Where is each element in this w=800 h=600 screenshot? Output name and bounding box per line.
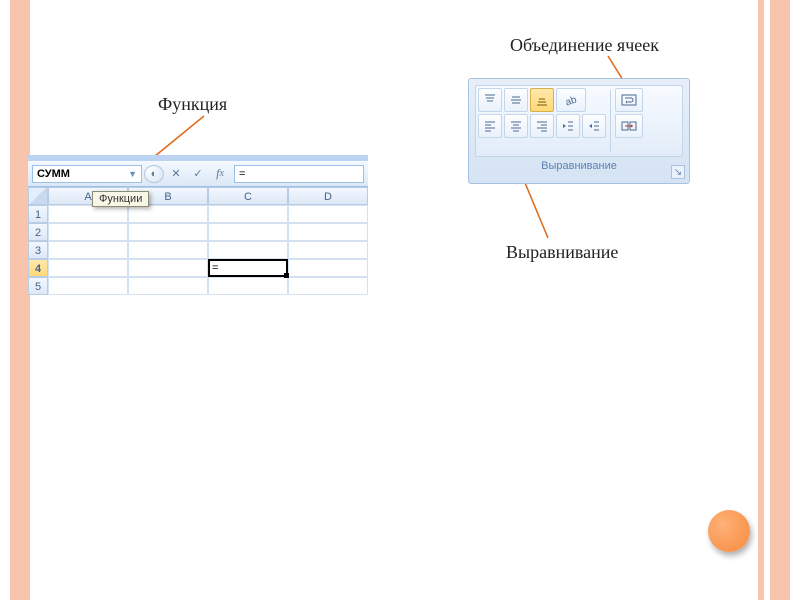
dialog-launcher-icon[interactable]: ↘ [671,165,685,179]
decorative-stripe-left [10,0,30,600]
cell[interactable] [48,277,128,295]
enter-icon[interactable]: ✓ [188,165,208,183]
align-left-button[interactable] [478,114,502,138]
cell[interactable] [128,223,208,241]
row-header-1[interactable]: 1 [28,205,48,223]
svg-text:ab: ab [564,94,579,107]
cancel-icon[interactable]: ✕ [166,165,186,183]
formula-bar: СУММ ▼ ◐ ✕ ✓ fx = [28,161,368,187]
cell[interactable] [128,205,208,223]
expand-icon[interactable]: ◐ [144,165,164,183]
align-center-button[interactable] [504,114,528,138]
cell[interactable] [208,241,288,259]
name-box-value: СУММ [37,168,70,180]
ribbon-group-label: Выравнивание [475,160,683,172]
ribbon-inner: ab [475,85,683,157]
cell[interactable] [48,241,128,259]
cell[interactable] [48,223,128,241]
align-right-button[interactable] [530,114,554,138]
excel-fragment: СУММ ▼ ◐ ✕ ✓ fx = A B C D 1 2 3 4 = 5 [28,155,368,295]
cell[interactable] [288,241,368,259]
wrap-text-button[interactable] [615,88,643,112]
name-box[interactable]: СУММ ▼ [32,165,142,183]
active-cell[interactable]: = [208,259,288,277]
merge-center-button[interactable] [615,114,643,138]
align-top-button[interactable] [478,88,502,112]
cell[interactable] [48,205,128,223]
decrease-indent-button[interactable] [556,114,580,138]
cell[interactable] [48,259,128,277]
cell[interactable] [128,259,208,277]
spreadsheet-grid: A B C D 1 2 3 4 = 5 [28,187,368,295]
row-header-2[interactable]: 2 [28,223,48,241]
select-all-corner[interactable] [28,187,48,205]
decorative-stripe-right-inner [758,0,764,600]
cell[interactable] [128,241,208,259]
row-header-3[interactable]: 3 [28,241,48,259]
formula-input-value: = [239,168,245,180]
formula-input[interactable]: = [234,165,364,183]
cell[interactable] [208,277,288,295]
cell[interactable] [208,205,288,223]
active-cell-value: = [212,262,218,274]
col-header-c[interactable]: C [208,187,288,205]
row-header-4[interactable]: 4 [28,259,48,277]
cell[interactable] [208,223,288,241]
orientation-button[interactable]: ab [556,88,586,112]
col-header-d[interactable]: D [288,187,368,205]
cell[interactable] [288,205,368,223]
tooltip-functions: Функции [92,191,149,207]
decorative-stripe-right-outer [770,0,790,600]
row-header-5[interactable]: 5 [28,277,48,295]
increase-indent-button[interactable] [582,114,606,138]
label-alignment: Выравнивание [506,242,618,263]
cell[interactable] [128,277,208,295]
cell[interactable] [288,223,368,241]
align-bottom-button[interactable] [530,88,554,112]
ribbon-alignment-group: ab Выравнивание ↘ [468,78,690,184]
cell[interactable] [288,259,368,277]
align-middle-button[interactable] [504,88,528,112]
chevron-down-icon[interactable]: ▼ [128,169,137,179]
insert-function-button[interactable]: fx [210,165,230,183]
cell[interactable] [288,277,368,295]
nav-circle-button[interactable] [708,510,750,552]
